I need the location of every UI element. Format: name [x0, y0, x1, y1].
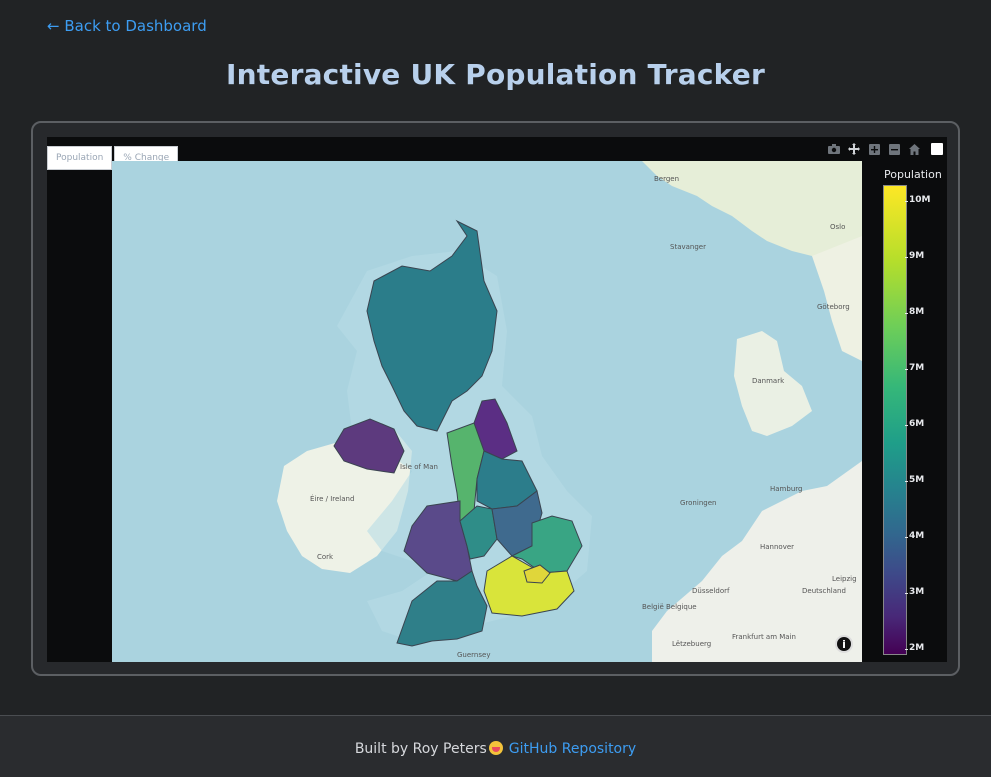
label-stavanger: Stavanger: [670, 243, 706, 251]
label-dusseldorf: Düsseldorf: [692, 587, 730, 595]
pan-icon[interactable]: [847, 142, 861, 156]
colorbar-tick: 9M: [904, 251, 925, 261]
colorbar-tick: 2M: [904, 643, 925, 653]
choropleth-plot[interactable]: Population % Change Bergen Oslo Stavange…: [47, 137, 947, 662]
footer-text: Built by Roy Peters GitHub Repository: [0, 741, 991, 757]
label-guernsey: Guernsey: [457, 651, 490, 659]
autoscale-icon[interactable]: [931, 143, 943, 155]
built-by-text: Built by Roy Peters: [354, 741, 487, 757]
colorbar-tick: 8M: [904, 307, 925, 317]
info-icon[interactable]: i: [835, 635, 853, 653]
label-deutschland: Deutschland: [802, 587, 846, 595]
label-cork: Cork: [317, 553, 334, 561]
label-belgie: België Belgique: [642, 603, 697, 611]
tab-population[interactable]: Population: [47, 146, 113, 170]
back-to-dashboard-link[interactable]: ← Back to Dashboard: [47, 17, 207, 35]
colorbar-tick: 7M: [904, 363, 925, 373]
map-view[interactable]: Bergen Oslo Stavanger Göteborg Danmark É…: [112, 161, 862, 662]
colorbar-tick: 3M: [904, 587, 925, 597]
grinning-face-icon: [488, 741, 503, 755]
page-title: Interactive UK Population Tracker: [226, 58, 765, 91]
colorbar-tick: 10M: [904, 195, 931, 205]
label-eire: Éire / Ireland: [310, 494, 354, 503]
continent-landmass: [652, 461, 862, 662]
label-luxembourg: Lëtzebuerg: [672, 640, 711, 648]
github-repository-link[interactable]: GitHub Repository: [509, 741, 636, 757]
label-oslo: Oslo: [830, 223, 845, 231]
plot-modebar: [827, 142, 943, 156]
label-leipzig: Leipzig: [832, 575, 857, 583]
region-south-west: [396, 570, 488, 647]
colorbar-tick: 5M: [904, 475, 925, 485]
label-hannover: Hannover: [760, 543, 794, 551]
sweden-landmass: [812, 236, 862, 361]
label-danmark: Danmark: [752, 377, 785, 385]
label-hamburg: Hamburg: [770, 485, 802, 493]
label-goteborg: Göteborg: [817, 303, 850, 311]
colorbar-tick: 6M: [904, 419, 925, 429]
label-bergen: Bergen: [654, 175, 679, 183]
home-icon[interactable]: [907, 142, 921, 156]
colorbar-tick: 4M: [904, 531, 925, 541]
zoom-out-icon[interactable]: [887, 142, 901, 156]
camera-icon[interactable]: [827, 142, 841, 156]
colorbar-title: Population: [884, 168, 942, 181]
label-frankfurt: Frankfurt am Main: [732, 633, 796, 641]
population-colorbar: [883, 185, 907, 655]
label-groningen: Groningen: [680, 499, 716, 507]
label-isle-of-man: Isle of Man: [400, 463, 438, 471]
zoom-in-icon[interactable]: [867, 142, 881, 156]
